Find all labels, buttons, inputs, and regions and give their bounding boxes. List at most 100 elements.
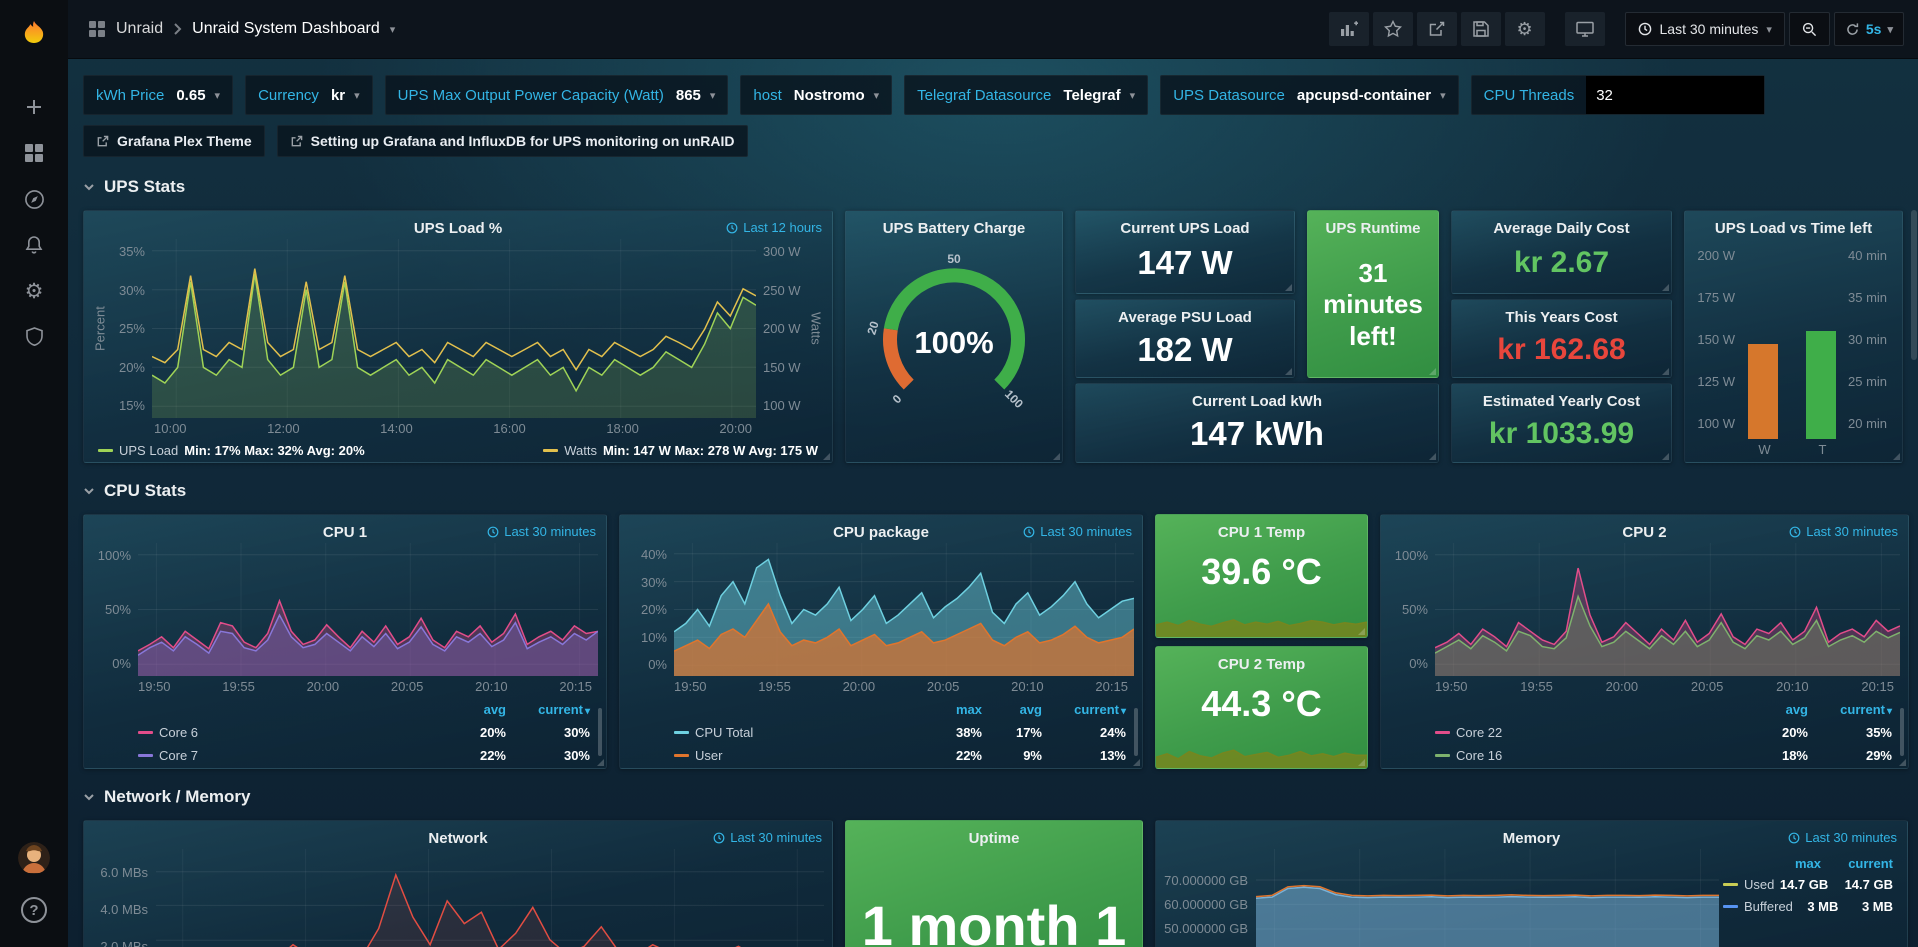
panel-title[interactable]: CPU package <box>833 524 929 541</box>
axis-tick: 19:50 <box>1435 679 1468 696</box>
legend-sort-current[interactable]: current▾ <box>1808 702 1892 717</box>
template-variable: kWh Price 0.65 ▾ <box>83 75 233 115</box>
panel-title[interactable]: Current Load kWh <box>1192 393 1322 410</box>
series-name[interactable]: Core 16 <box>1456 748 1736 763</box>
panel-title[interactable]: CPU 1 Temp <box>1218 524 1305 541</box>
series-name[interactable]: Watts <box>564 443 597 458</box>
sidebar-dashboards-button[interactable] <box>0 130 68 176</box>
legend-scrollbar[interactable] <box>1900 708 1904 756</box>
legend-sort-avg[interactable]: avg <box>434 702 506 717</box>
sidebar-create-button[interactable] <box>0 84 68 130</box>
memory-chart[interactable] <box>1256 849 1719 947</box>
zoom-out-time-button[interactable] <box>1789 12 1830 46</box>
panel-title[interactable]: Memory <box>1503 830 1561 847</box>
legend-scrollbar[interactable] <box>598 708 602 756</box>
dashboard-link[interactable]: Grafana Plex Theme <box>83 125 265 157</box>
legend-sort-avg[interactable]: avg <box>1736 702 1808 717</box>
sidebar-alerting-button[interactable] <box>0 222 68 268</box>
variable-value-dropdown[interactable]: 0.65 <box>176 87 205 104</box>
help-button[interactable]: ? <box>0 887 68 933</box>
variable-value-dropdown[interactable]: Telegraf <box>1063 87 1120 104</box>
panel-title[interactable]: UPS Runtime <box>1325 220 1420 237</box>
legend-sort-max[interactable]: max <box>1761 856 1821 871</box>
network-chart[interactable] <box>156 849 824 947</box>
legend-sort-max[interactable]: max <box>922 702 982 717</box>
save-button[interactable] <box>1461 12 1501 46</box>
series-name[interactable]: Used <box>1744 877 1774 892</box>
panel-title[interactable]: UPS Load vs Time left <box>1715 220 1872 237</box>
series-name[interactable]: Core 6 <box>159 725 434 740</box>
time-picker-button[interactable]: Last 30 minutes ▾ <box>1625 12 1785 46</box>
cpu1-chart[interactable] <box>138 543 598 676</box>
dashboard-link[interactable]: Setting up Grafana and InfluxDB for UPS … <box>277 125 748 157</box>
panel-title[interactable]: CPU 1 <box>323 524 367 541</box>
panel-title[interactable]: CPU 2 <box>1622 524 1666 541</box>
legend-sort-current[interactable]: current <box>1821 856 1893 871</box>
series-name[interactable]: User <box>695 748 922 763</box>
sidebar-explore-button[interactable] <box>0 176 68 222</box>
panel-title[interactable]: Average Daily Cost <box>1493 220 1629 237</box>
series-name[interactable]: Core 22 <box>1456 725 1736 740</box>
share-button[interactable] <box>1417 12 1457 46</box>
panel-title[interactable]: This Years Cost <box>1505 309 1617 326</box>
variable-value-dropdown[interactable]: 865 <box>676 87 701 104</box>
bars-plot[interactable] <box>1741 239 1842 440</box>
series-color-marker <box>1723 883 1738 886</box>
panel-title[interactable]: Network <box>428 830 487 847</box>
panel-title[interactable]: Estimated Yearly Cost <box>1483 393 1640 410</box>
axis-tick: 20:05 <box>1691 679 1724 696</box>
breadcrumb-folder[interactable]: Unraid <box>116 20 163 38</box>
cpu-package-chart[interactable] <box>674 543 1134 676</box>
user-avatar[interactable] <box>0 835 68 881</box>
caret-down-icon[interactable]: ▾ <box>390 23 396 36</box>
variable-value-dropdown[interactable]: Nostromo <box>794 87 865 104</box>
dashboard-links-row: Grafana Plex Theme Setting up Grafana an… <box>83 125 1907 157</box>
series-name[interactable]: CPU Total <box>695 725 922 740</box>
cpu-threads-input[interactable] <box>1586 76 1764 114</box>
section-header-cpu[interactable]: CPU Stats <box>83 481 1907 501</box>
variable-value-dropdown[interactable]: apcupsd-container <box>1297 87 1431 104</box>
panel-title[interactable]: Uptime <box>969 830 1020 847</box>
cpu2-chart[interactable] <box>1435 543 1900 676</box>
axis-tick: 200 W <box>763 321 801 336</box>
caret-down-icon: ▾ <box>1130 89 1136 102</box>
panel-title[interactable]: UPS Load % <box>414 220 502 237</box>
series-name[interactable]: Core 7 <box>159 748 434 763</box>
series-name[interactable]: Buffered <box>1744 899 1793 914</box>
scrollbar-thumb[interactable] <box>1911 210 1917 360</box>
cycle-view-mode-button[interactable] <box>1565 12 1605 46</box>
section-header-ups[interactable]: UPS Stats <box>83 177 1907 197</box>
axis-tick: T <box>1808 442 1838 462</box>
variable-value-dropdown[interactable]: kr <box>331 87 345 104</box>
panel-title[interactable]: Average PSU Load <box>1118 309 1252 326</box>
panel-title[interactable]: Current UPS Load <box>1120 220 1249 237</box>
section-header-network-memory[interactable]: Network / Memory <box>83 787 1907 807</box>
series-name[interactable]: UPS Load <box>119 443 178 458</box>
dashboard-settings-button[interactable]: ⚙ <box>1505 12 1545 46</box>
sidebar-configuration-button[interactable]: ⚙ <box>0 268 68 314</box>
panel-title[interactable]: CPU 2 Temp <box>1218 656 1305 673</box>
legend-sort-current[interactable]: current▾ <box>506 702 590 717</box>
add-panel-button[interactable] <box>1329 12 1369 46</box>
chart-legend: avg current▾ Core 22 20% 35% Core 16 18%… <box>1381 696 1908 768</box>
series-color-marker <box>1435 731 1450 734</box>
variable-label: kWh Price <box>96 87 164 104</box>
panel-title[interactable]: UPS Battery Charge <box>883 220 1026 237</box>
ups-section: UPS Load % Last 12 hours Percent 35%30%2… <box>83 210 1907 463</box>
breadcrumb-dashboard-title[interactable]: Unraid System Dashboard <box>192 20 380 38</box>
sidebar-admin-button[interactable] <box>0 314 68 360</box>
legend-sort-current[interactable]: current▾ <box>1042 702 1126 717</box>
time-range-badge: Last 12 hours <box>726 220 822 235</box>
template-variable: UPS Datasource apcupsd-container ▾ <box>1160 75 1458 115</box>
grafana-logo[interactable] <box>0 12 68 58</box>
time-range-badge: Last 30 minutes <box>1023 524 1132 539</box>
legend-sort-avg[interactable]: avg <box>982 702 1042 717</box>
gear-icon: ⚙ <box>25 281 44 302</box>
ups-load-chart[interactable] <box>152 239 756 418</box>
refresh-button[interactable]: 5s ▾ <box>1834 12 1904 46</box>
chart-legend: avg current▾ Core 6 20% 30% Core 7 22% 3… <box>84 696 606 768</box>
legend-scrollbar[interactable] <box>1134 708 1138 756</box>
panel-current-ups-load: Current UPS Load 147 W <box>1075 210 1295 294</box>
star-button[interactable] <box>1373 12 1413 46</box>
dashboard-grid-icon[interactable] <box>88 20 106 38</box>
